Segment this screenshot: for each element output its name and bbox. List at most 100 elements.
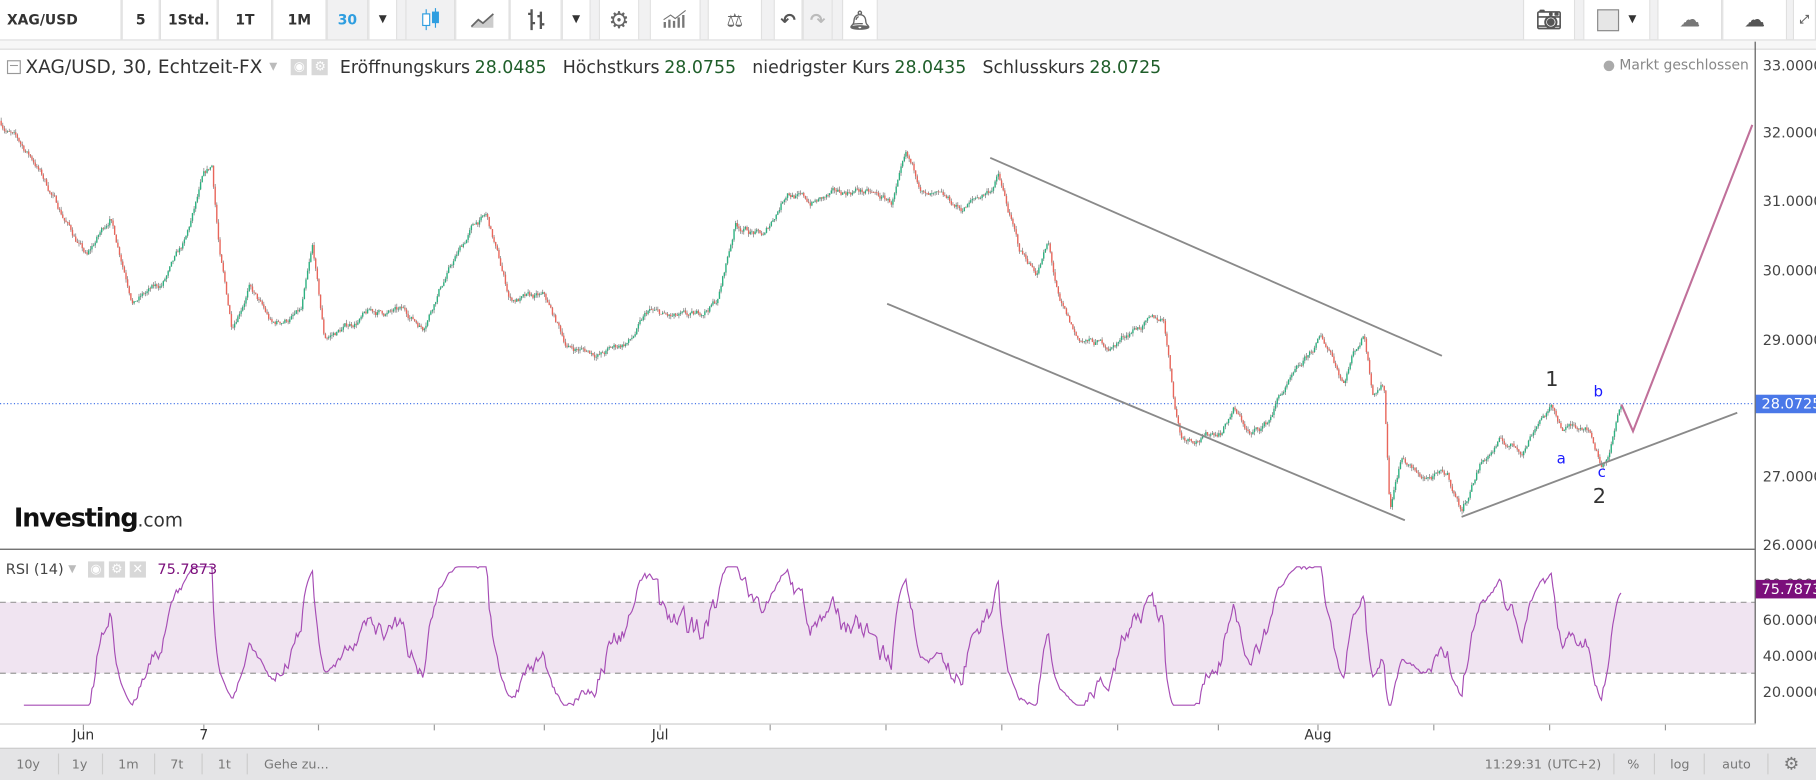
price-axis[interactable] [1754,41,1756,724]
candle [626,342,628,345]
candle [1025,254,1027,259]
candle [653,309,656,311]
timezone-button[interactable]: (UTC+2) [1547,757,1601,772]
candle [352,325,354,328]
candle [1568,424,1570,427]
range-7d[interactable]: 7t [170,757,183,772]
range-1d[interactable]: 1t [218,757,231,772]
candle [1245,428,1248,430]
candle [469,230,471,236]
percent-toggle[interactable]: % [1627,757,1639,772]
candle [696,310,698,314]
eye-icon[interactable]: ◉ [87,560,105,578]
close-icon[interactable]: ✕ [129,560,146,578]
candle [10,131,12,133]
eye-icon[interactable]: ◉ [291,58,308,75]
candle [73,235,75,237]
candle [871,191,873,193]
candle [253,291,255,293]
auto-toggle[interactable]: auto [1722,757,1751,772]
candle [110,219,113,221]
candle [1088,338,1090,342]
candle [266,311,268,314]
candle [1098,340,1100,341]
range-1m[interactable]: 1m [118,757,139,772]
candle [28,151,30,155]
range-10y[interactable]: 10y [16,757,40,772]
candle [511,297,513,301]
candle [233,323,236,328]
gear-icon[interactable]: ⚙ [108,560,125,578]
candle [1244,424,1246,429]
candle [807,201,810,203]
candle [1438,470,1441,474]
candle [1198,441,1201,443]
candle [973,198,975,200]
candle [431,309,434,312]
candle [315,258,317,269]
candle [1278,395,1280,399]
candle [227,294,229,306]
candle [446,272,448,279]
candle [1078,338,1081,341]
chevron-down-icon[interactable]: ▼ [269,61,277,73]
candle [1273,408,1275,416]
candle [246,290,249,298]
chevron-down-icon[interactable]: ▼ [68,563,76,575]
candle [1411,464,1413,468]
candle [1304,356,1306,361]
candle [3,128,6,131]
price-chart[interactable]: Jun 7 Jul Aug 1 2 a b c [0,0,1816,748]
candle [1383,385,1385,391]
candle [647,310,649,314]
candle [781,201,784,204]
candle [1270,417,1272,421]
candle [814,200,816,202]
candle [368,309,370,311]
candle [576,349,578,350]
candle [1020,250,1022,252]
rsi-label: RSI (14) [5,560,64,578]
candle [833,188,836,191]
candle [1257,427,1259,430]
range-1y[interactable]: 1y [72,757,88,772]
time-label: Jun [72,728,95,744]
candle [537,293,539,296]
candle [1099,339,1102,341]
candle [1479,464,1481,471]
candle [336,331,338,336]
candle [457,250,460,255]
candle [148,288,150,292]
candle [1004,190,1006,197]
candle [1159,319,1162,322]
candle [717,298,719,304]
gear-icon[interactable]: ⚙ [312,58,329,75]
candle [298,309,301,312]
candle [1305,356,1308,358]
pane-divider[interactable] [0,548,1755,550]
candle [1360,338,1363,346]
candle [835,190,837,192]
candle [162,281,164,286]
candle [191,213,194,221]
gear-icon[interactable]: ⚙ [1784,754,1800,775]
candle [845,192,847,195]
goto-date-button[interactable]: Gehe zu... [264,757,329,772]
candle [937,191,940,193]
log-toggle[interactable]: log [1670,757,1689,772]
candle [78,242,80,244]
collapse-icon[interactable]: − [6,58,21,74]
candle [1265,422,1267,425]
candle [435,302,437,305]
candle [1459,505,1462,509]
candle [1286,384,1288,388]
candle [812,201,815,203]
candle [53,195,56,197]
candle [741,231,743,232]
candle [1339,375,1342,379]
candle [940,191,943,193]
candle [880,196,883,199]
candle [1368,360,1371,374]
chart-legend: − XAG/USD, 30, Echtzeit-FX ▼ ◉ ⚙ Eröffnu… [6,56,1173,78]
candle [983,194,985,196]
